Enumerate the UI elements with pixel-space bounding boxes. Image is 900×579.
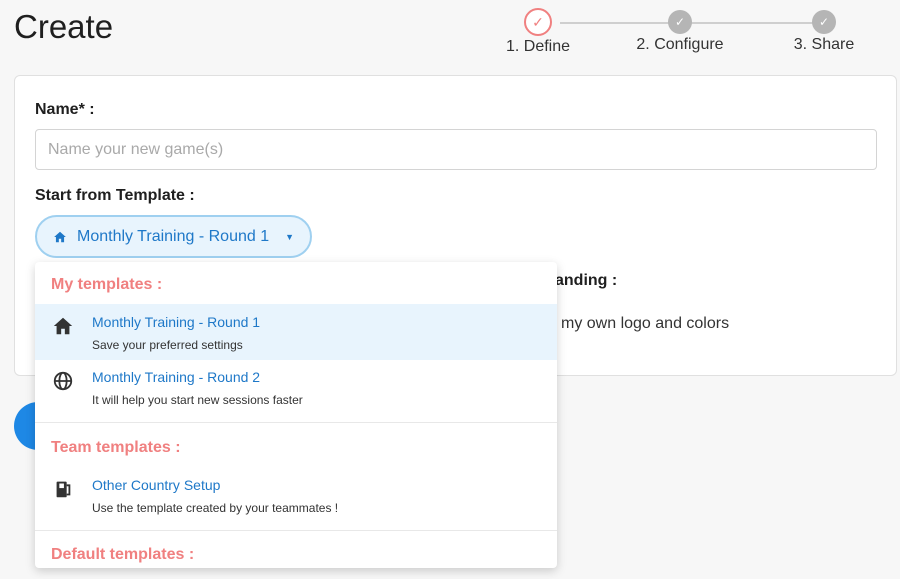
branding-option-text: my own logo and colors: [561, 315, 730, 332]
group-title-team-templates: Team templates :: [51, 439, 181, 456]
template-option[interactable]: Other Country Setup Use the template cre…: [35, 467, 557, 523]
globe-icon: [53, 371, 73, 391]
divider: [35, 422, 557, 423]
option-title: Other Country Setup: [92, 477, 221, 493]
group-title-my-templates: My templates :: [51, 276, 163, 293]
option-title: Monthly Training - Round 2: [92, 369, 261, 385]
option-description: Use the template created by your teammat…: [92, 501, 339, 515]
template-select-value: Monthly Training - Round 1: [77, 227, 270, 245]
step-configure[interactable]: ✓ 2. Configure: [620, 8, 740, 54]
home-icon: [54, 231, 66, 242]
template-dropdown-menu: My templates : Monthly Training - Round …: [35, 262, 557, 568]
step-define[interactable]: ✓ 1. Define: [478, 8, 598, 56]
option-description: It will help you start new sessions fast…: [92, 393, 303, 407]
option-title: Monthly Training - Round 1: [92, 314, 261, 330]
template-label: Start from Template :: [35, 187, 195, 204]
check-icon: ✓: [668, 10, 692, 34]
group-title-default-templates: Default templates :: [51, 546, 195, 563]
option-description: Save your preferred settings: [92, 338, 243, 352]
stepper: ✓ 1. Define ✓ 2. Configure ✓ 3. Share: [500, 8, 870, 58]
name-input[interactable]: [35, 129, 877, 170]
step-label: 1. Define: [505, 38, 571, 55]
caret-down-icon: ▼: [285, 231, 295, 242]
check-icon: ✓: [812, 10, 836, 34]
name-label: Name* :: [35, 101, 95, 118]
step-label: 2. Configure: [636, 36, 724, 53]
template-option[interactable]: Monthly Training - Round 2 It will help …: [35, 359, 557, 415]
template-select[interactable]: Monthly Training - Round 1 ▼: [35, 215, 313, 258]
home-icon: [53, 317, 73, 335]
step-label: 3. Share: [793, 36, 855, 53]
page-title: Create: [14, 8, 114, 45]
step-share[interactable]: ✓ 3. Share: [764, 8, 884, 54]
template-option[interactable]: Monthly Training - Round 1 Save your pre…: [35, 304, 557, 360]
branding-label: anding :: [555, 272, 618, 289]
check-icon: ✓: [524, 8, 552, 36]
divider: [35, 530, 557, 531]
team-template-icon: [56, 481, 71, 498]
